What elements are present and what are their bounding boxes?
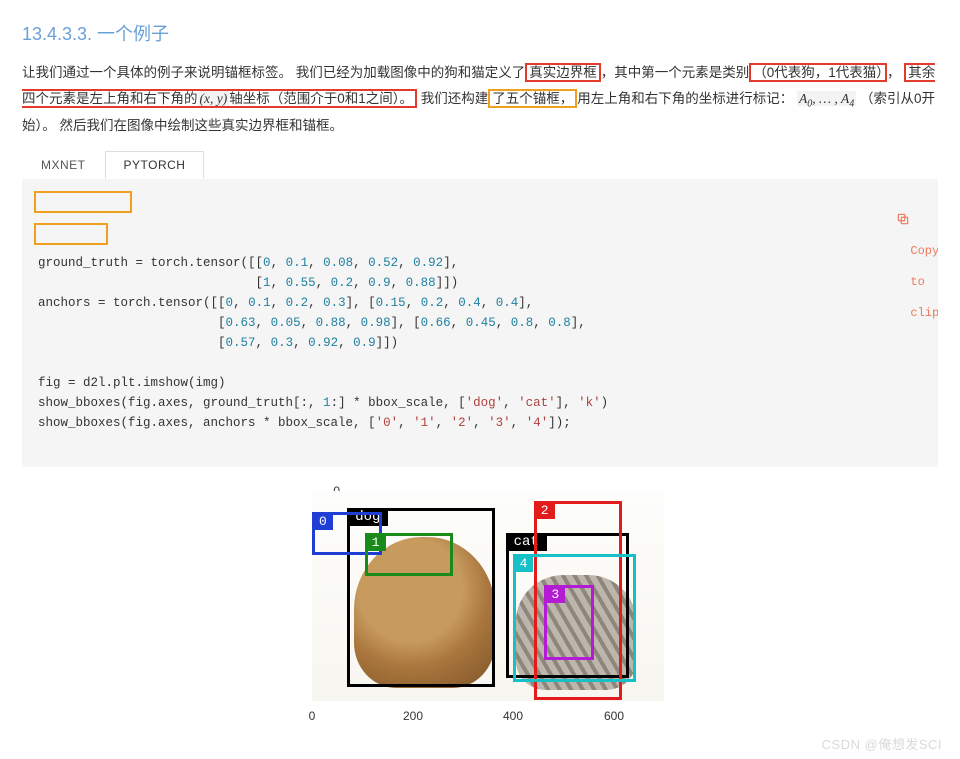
text: ， — [887, 65, 901, 80]
watermark: CSDN @俺想发SCI — [822, 734, 942, 753]
code-text: = torch.tensor([[ — [128, 256, 263, 270]
copy-button[interactable]: Copy to clipbo — [894, 179, 938, 324]
section-heading: 13.4.3.3. 一个例子 — [22, 20, 938, 46]
code-text: ground_truth — [38, 256, 128, 270]
highlight-box — [34, 191, 132, 213]
xtick: 200 — [403, 709, 423, 723]
anchor-box-3: 3 — [544, 585, 593, 660]
math-var: (x, y) — [198, 91, 230, 106]
xtick: 600 — [604, 709, 624, 723]
xtick: 0 — [309, 709, 316, 723]
anchor-box-1: 1 — [365, 533, 453, 576]
highlight-box — [34, 223, 108, 245]
math-var: A0, … , A4 — [797, 91, 856, 106]
anchor-tag: 0 — [313, 513, 333, 530]
annotated-span: 真实边界框 — [525, 63, 601, 82]
xtick: 400 — [503, 709, 523, 723]
code-text: anchors = — [38, 296, 106, 310]
text: 让我们通过一个具体的例子来说明锚框标签。 我们已经为加载图像中的狗和猫定义了 — [22, 65, 525, 80]
annotated-span: （0代表狗，1代表猫） — [749, 63, 887, 82]
copy-label: Copy — [910, 244, 938, 258]
copy-icon — [896, 212, 910, 226]
body-paragraph: 让我们通过一个具体的例子来说明锚框标签。 我们已经为加载图像中的狗和猫定义了真实… — [22, 60, 938, 139]
anchor-tag: 2 — [535, 502, 555, 519]
code-block: ground_truth = torch.tensor([[0, 0.1, 0.… — [22, 179, 938, 467]
copy-label: to — [910, 275, 924, 289]
text: 用左上角和右下角的坐标进行标记： — [577, 91, 793, 106]
text: 轴坐标（范围介于0和1之间）。 — [229, 91, 413, 106]
tab-pytorch[interactable]: PYTORCH — [105, 151, 205, 179]
bbox-figure: 0 100 200 300 400 500 0 200 400 600 dog … — [260, 481, 700, 736]
framework-tabs: MXNET PYTORCH — [22, 151, 938, 179]
anchor-tag: 4 — [514, 555, 534, 572]
copy-label: clipbo — [910, 306, 938, 320]
text: 我们还构建 — [417, 91, 488, 106]
text: ，其中第一个元素是类别 — [601, 65, 750, 80]
anchor-tag: 3 — [545, 586, 565, 603]
tab-mxnet[interactable]: MXNET — [22, 151, 105, 179]
anchor-tag: 1 — [366, 534, 386, 551]
annotated-span: 了五个锚框， — [488, 89, 577, 108]
plot-area: dog cat 0 1 2 4 3 — [312, 491, 664, 705]
